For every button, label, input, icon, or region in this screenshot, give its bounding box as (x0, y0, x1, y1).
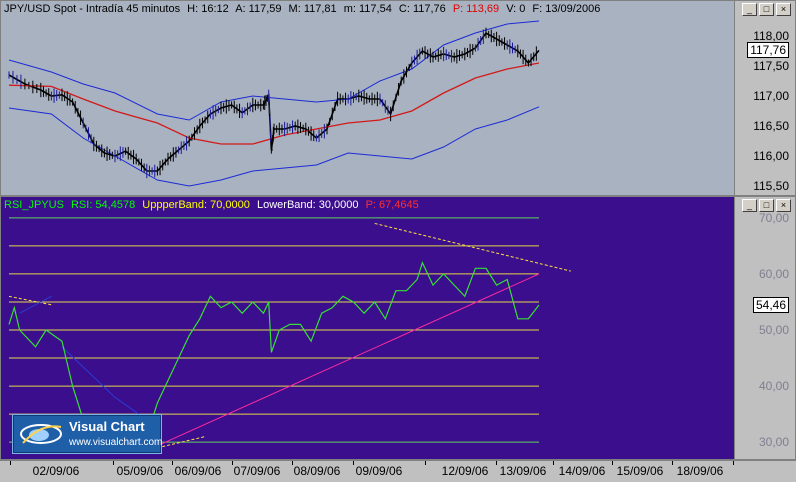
time-tick-label: 09/09/06 (355, 464, 403, 478)
price-symbol: JPY/USD Spot - Intradía 45 minutos (4, 3, 181, 15)
price-header: JPY/USD Spot - Intradía 45 minutos H: 16… (4, 3, 604, 15)
price-volume: V: 0 (506, 3, 526, 15)
price-plot[interactable] (1, 1, 737, 195)
time-tick-mark (612, 461, 613, 465)
close-button[interactable]: × (776, 3, 791, 16)
time-tick-label: 06/09/06 (174, 464, 222, 478)
time-tick-label: 05/09/06 (116, 464, 164, 478)
lower-bollinger-line (8, 106, 540, 187)
price-last-value: 117,76 (747, 42, 789, 59)
rsi-tick: 70,00 (758, 210, 789, 225)
time-tick-mark (672, 461, 673, 465)
upper-bollinger-line (8, 20, 540, 121)
price-time: H: 16:12 (187, 3, 229, 15)
time-tick-mark (292, 461, 293, 465)
time-axis: 02/09/06 05/09/06 06/09/06 07/09/06 08/09/06… (0, 460, 796, 482)
rsi-resistance-trendline (374, 222, 571, 272)
visual-chart-logo: Visual Chart www.visualchart.com (12, 414, 162, 454)
price-tick: 117,50 (753, 59, 789, 73)
minimize-button[interactable]: _ (742, 3, 757, 16)
maximize-button[interactable]: □ (759, 3, 774, 16)
price-date: F: 13/09/2006 (532, 3, 601, 15)
rsi-tick: 60,00 (758, 266, 789, 281)
time-tick-mark (10, 461, 11, 465)
rsi-support-trendline (146, 273, 540, 452)
logo-url: www.visualchart.com (69, 437, 163, 448)
rsi-axis: 70,00 60,00 50,00 40,00 30,00 54,46 (734, 197, 795, 459)
time-tick-mark (232, 461, 233, 465)
price-low: m: 117,54 (343, 3, 392, 15)
rsi-p: P: 67,4645 (365, 199, 419, 211)
time-tick-label: 13/09/06 (499, 464, 547, 478)
price-tick: 118,00 (753, 29, 789, 43)
rsi-short-trendline (8, 295, 52, 306)
rsi-tick: 30,00 (758, 435, 789, 450)
rsi-blue-segment (19, 295, 52, 314)
close-button[interactable]: × (776, 199, 791, 212)
maximize-button[interactable]: □ (759, 199, 774, 212)
time-tick-label: 08/09/06 (293, 464, 341, 478)
time-tick-mark (353, 461, 354, 465)
price-chart-panel[interactable]: JPY/USD Spot - Intradía 45 minutos H: 16… (0, 0, 796, 196)
minimize-button[interactable]: _ (742, 199, 757, 212)
time-tick-label: 14/09/06 (558, 464, 606, 478)
price-tick: 117,00 (753, 89, 789, 103)
rsi-last-value: 54,46 (752, 296, 789, 313)
time-tick-label: 02/09/06 (32, 464, 80, 478)
rsi-name: RSI_JPYUS (4, 199, 64, 211)
time-tick-mark (172, 461, 173, 465)
time-tick-mark (733, 461, 734, 465)
rsi-value: RSI: 54,4578 (70, 199, 136, 211)
logo-swoosh-icon (20, 424, 62, 444)
time-tick-mark (496, 461, 497, 465)
price-high: M: 117,81 (288, 3, 337, 15)
price-open: A: 117,59 (235, 3, 282, 15)
rsi-tick: 40,00 (758, 379, 789, 394)
time-tick-mark (553, 461, 554, 465)
time-tick-label: 07/09/06 (233, 464, 281, 478)
price-close: C: 117,76 (398, 3, 446, 15)
time-tick-label: 15/09/06 (616, 464, 664, 478)
time-tick-label: 12/09/06 (441, 464, 489, 478)
time-tick-mark (425, 461, 426, 465)
rsi-window-buttons: _ □ × (742, 199, 791, 212)
rsi-header: RSI_JPYUS RSI: 54,4578 UppperBand: 70,00… (4, 199, 423, 211)
price-p: P: 113,69 (452, 3, 500, 15)
rsi-lower-band: LowerBand: 30,0000 (256, 199, 359, 211)
price-axis: 118,00 117,50 117,00 116,50 116,00 115,5… (734, 1, 795, 195)
price-tick: 116,00 (753, 149, 789, 163)
price-tick: 116,50 (753, 119, 789, 133)
price-tick: 115,50 (753, 179, 789, 193)
time-tick-mark (113, 461, 114, 465)
rsi-tick: 50,00 (758, 323, 789, 337)
time-tick-label: 18/09/06 (676, 464, 724, 478)
rsi-upper-band: UppperBand: 70,0000 (142, 199, 250, 211)
logo-name: Visual Chart (69, 419, 145, 434)
price-window-buttons: _ □ × (742, 3, 791, 16)
